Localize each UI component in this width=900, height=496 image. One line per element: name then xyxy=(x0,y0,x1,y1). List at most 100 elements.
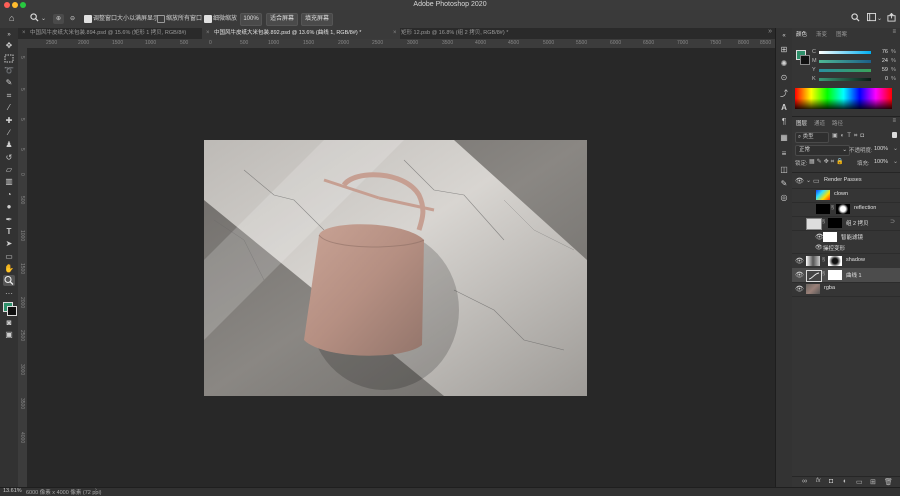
hand-tool-icon[interactable]: ✋ xyxy=(3,263,15,274)
color-wheel-icon[interactable]: ✺ xyxy=(778,58,790,69)
tab-gradient[interactable]: 渐变 xyxy=(816,30,827,38)
rectangle-tool-icon[interactable]: ▭ xyxy=(3,251,15,262)
visibility-eye-icon[interactable]: 👁 xyxy=(795,257,804,265)
status-chevron-icon[interactable]: › xyxy=(95,487,97,493)
layer-filter-icons[interactable]: ▣◐T⌗◘ xyxy=(832,132,867,140)
black-value[interactable]: 0 xyxy=(876,76,888,82)
blur-tool-icon[interactable]: ◔ xyxy=(3,189,15,200)
eraser-tool-icon[interactable]: ▱ xyxy=(3,164,15,175)
collapse-chevron-icon[interactable]: « xyxy=(778,31,790,42)
workspace-chevron-down-icon[interactable]: ⌄ xyxy=(877,14,882,24)
fit-screen-button[interactable]: 适合屏幕 xyxy=(266,13,298,26)
visibility-eye-icon[interactable]: 👁 xyxy=(795,177,804,185)
styles-icon[interactable]: ◎ xyxy=(778,192,790,203)
status-zoom[interactable]: 13.61% xyxy=(3,488,22,494)
tab-paths[interactable]: 路径 xyxy=(832,119,843,127)
tab-pattern[interactable]: 图案 xyxy=(836,30,847,38)
black-slider[interactable] xyxy=(819,78,871,81)
visibility-eye-icon[interactable]: 👁 xyxy=(795,285,804,293)
yellow-value[interactable]: 59 xyxy=(876,67,888,73)
tool-preset-chevron-down-icon[interactable]: ⌄ xyxy=(41,14,46,24)
type-tool-icon[interactable]: T xyxy=(3,226,15,237)
color-background-swatch[interactable] xyxy=(800,55,810,65)
visibility-eye-icon[interactable]: 👁 xyxy=(795,271,804,279)
chevron-down-icon[interactable]: ⌄ xyxy=(893,145,898,152)
chevron-down-icon[interactable]: ⌄ xyxy=(806,177,811,184)
crop-tool-icon[interactable]: ⌗ xyxy=(3,90,15,101)
marquee-tool-icon[interactable] xyxy=(3,53,15,64)
tab-channels[interactable]: 通道 xyxy=(814,119,825,127)
share-icon[interactable] xyxy=(887,13,896,23)
workspace-icon[interactable] xyxy=(867,13,876,23)
zoom-out-icon[interactable]: ⊖ xyxy=(67,14,78,24)
close-tab-icon[interactable]: × xyxy=(206,28,210,39)
add-mask-icon[interactable]: ◘ xyxy=(829,478,833,485)
move-tool-icon[interactable]: ✥ xyxy=(3,40,15,51)
cyan-value[interactable]: 76 xyxy=(876,49,888,55)
search-icon[interactable] xyxy=(851,13,860,23)
document-canvas-image[interactable] xyxy=(204,140,587,396)
adjustments-icon[interactable]: ⊙ xyxy=(778,72,790,83)
tab-document-psb[interactable]: × 矩形 12.psb @ 16.8% (组 2 拷贝, RGB/8#) * xyxy=(389,28,541,39)
quick-select-tool-icon[interactable]: ✎ xyxy=(3,77,15,88)
zoom-value-field[interactable]: 100% xyxy=(240,13,262,26)
layer-curves-1[interactable]: 👁 § 曲线 1 xyxy=(792,268,900,283)
swatches-icon[interactable]: ▦ xyxy=(778,132,790,143)
tab-layers[interactable]: 图层 xyxy=(796,119,807,127)
close-tab-icon[interactable]: × xyxy=(393,28,397,39)
layer-reflection[interactable]: § reflection xyxy=(792,202,900,217)
clone-stamp-tool-icon[interactable]: ♟ xyxy=(3,139,15,150)
zoom-tool-icon[interactable] xyxy=(3,275,15,286)
tab-document-892[interactable]: × 中国风牛皮纸大米包装.892.psd @ 13.6% (曲线 1, RGB/… xyxy=(202,28,400,39)
path-selection-tool-icon[interactable]: ➤ xyxy=(3,238,15,249)
blend-mode-select[interactable]: 正常 ⌄ xyxy=(795,145,850,156)
paragraph-icon[interactable]: ¶ xyxy=(778,116,790,127)
fill-value[interactable]: 100% xyxy=(874,159,888,165)
smart-filters-row[interactable]: 👁 智能滤镜 xyxy=(792,230,900,244)
quick-mask-icon[interactable]: ◙ xyxy=(3,317,15,328)
character-icon[interactable]: A xyxy=(778,102,790,113)
layer-rgba[interactable]: 👁 rgba xyxy=(792,282,900,297)
brush-tool-icon[interactable]: ∕ xyxy=(3,127,15,138)
healing-brush-tool-icon[interactable]: ✚ xyxy=(3,115,15,126)
cyan-slider[interactable] xyxy=(819,51,871,54)
fill-screen-button[interactable]: 填充屏幕 xyxy=(301,13,333,26)
background-color-swatch[interactable] xyxy=(7,306,17,316)
history-icon[interactable]: ⊞ xyxy=(778,44,790,55)
lasso-tool-icon[interactable]: ➰ xyxy=(3,65,15,76)
chevron-down-icon[interactable]: ⌄ xyxy=(893,158,898,165)
layer-filter-select[interactable]: ⌕ 类型 xyxy=(795,132,829,143)
new-layer-icon[interactable]: ⊞ xyxy=(870,478,876,486)
dodge-tool-icon[interactable]: ● xyxy=(3,201,15,212)
fx-icon[interactable]: fx xyxy=(816,478,821,484)
brush-settings-icon[interactable]: ✎ xyxy=(778,178,790,189)
new-group-icon[interactable]: ▭ xyxy=(856,478,863,486)
gradient-tool-icon[interactable]: ▥ xyxy=(3,176,15,187)
adjustment-layer-icon[interactable]: ◐ xyxy=(843,478,847,485)
lock-icons[interactable]: ▦✎✥⌗🔒 xyxy=(809,158,846,166)
zoom-in-icon[interactable]: ⊕ xyxy=(53,14,64,24)
screen-mode-icon[interactable]: ▣ xyxy=(3,329,15,340)
zoom-all-windows-checkbox[interactable] xyxy=(157,15,165,23)
home-icon[interactable]: ⌂ xyxy=(9,13,14,23)
color-spectrum-ramp[interactable] xyxy=(795,88,892,109)
close-tab-icon[interactable]: × xyxy=(22,28,26,39)
channels-icon[interactable]: ◫ xyxy=(778,164,790,175)
layer-clown[interactable]: clown xyxy=(792,188,900,203)
layer-group-render-passes[interactable]: 👁 ⌄ ▭ Render Passes xyxy=(792,174,900,189)
panel-menu-icon[interactable]: ≡ xyxy=(892,118,896,124)
visibility-eye-icon[interactable]: 👁 xyxy=(815,244,823,251)
magenta-value[interactable]: 24 xyxy=(876,58,888,64)
link-layers-icon[interactable]: ∞ xyxy=(802,478,807,485)
puppet-warp-filter-row[interactable]: 👁 操控变形 xyxy=(792,243,900,254)
eyedropper-tool-icon[interactable]: ⁄ xyxy=(3,102,15,113)
layer-group2-copy-smart-object[interactable]: § 组 2 拷贝 ⊃ xyxy=(792,216,900,231)
properties-icon[interactable]: ≡ xyxy=(778,148,790,159)
delete-layer-icon[interactable]: 🗑 xyxy=(884,478,893,486)
yellow-slider[interactable] xyxy=(819,69,871,72)
scrubby-zoom-checkbox[interactable] xyxy=(204,15,212,23)
resize-windows-checkbox[interactable] xyxy=(84,15,92,23)
panel-menu-icon[interactable]: ≡ xyxy=(892,29,896,35)
tab-color[interactable]: 颜色 xyxy=(796,30,807,38)
fx-expand-icon[interactable]: ⊃ xyxy=(890,218,895,225)
